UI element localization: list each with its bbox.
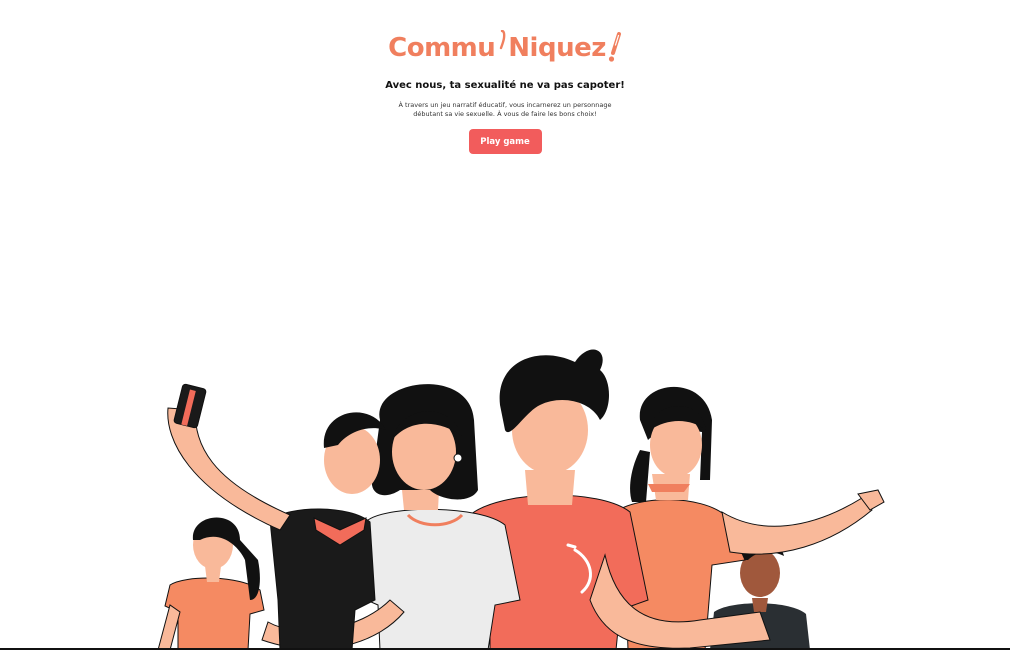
logo-text-part2: Niquez <box>508 33 606 63</box>
person-girl-small <box>157 517 265 650</box>
person-guy-coral <box>469 349 771 650</box>
landing-page: Commu Niquez Avec nous, ta sexualité ne … <box>0 0 1010 650</box>
tagline: Avec nous, ta sexualité ne va pas capote… <box>385 80 625 91</box>
condom-icon <box>500 30 506 50</box>
hero-illustration <box>157 349 885 650</box>
play-game-button[interactable]: Play game <box>468 129 542 154</box>
hero-section: Commu Niquez Avec nous, ta sexualité ne … <box>0 0 1010 154</box>
logo: Commu Niquez <box>388 28 622 68</box>
exclamation-icon <box>608 32 621 62</box>
logo-text-part1: Commu <box>388 33 496 63</box>
description: À travers un jeu narratif éducatif, vous… <box>398 101 612 118</box>
